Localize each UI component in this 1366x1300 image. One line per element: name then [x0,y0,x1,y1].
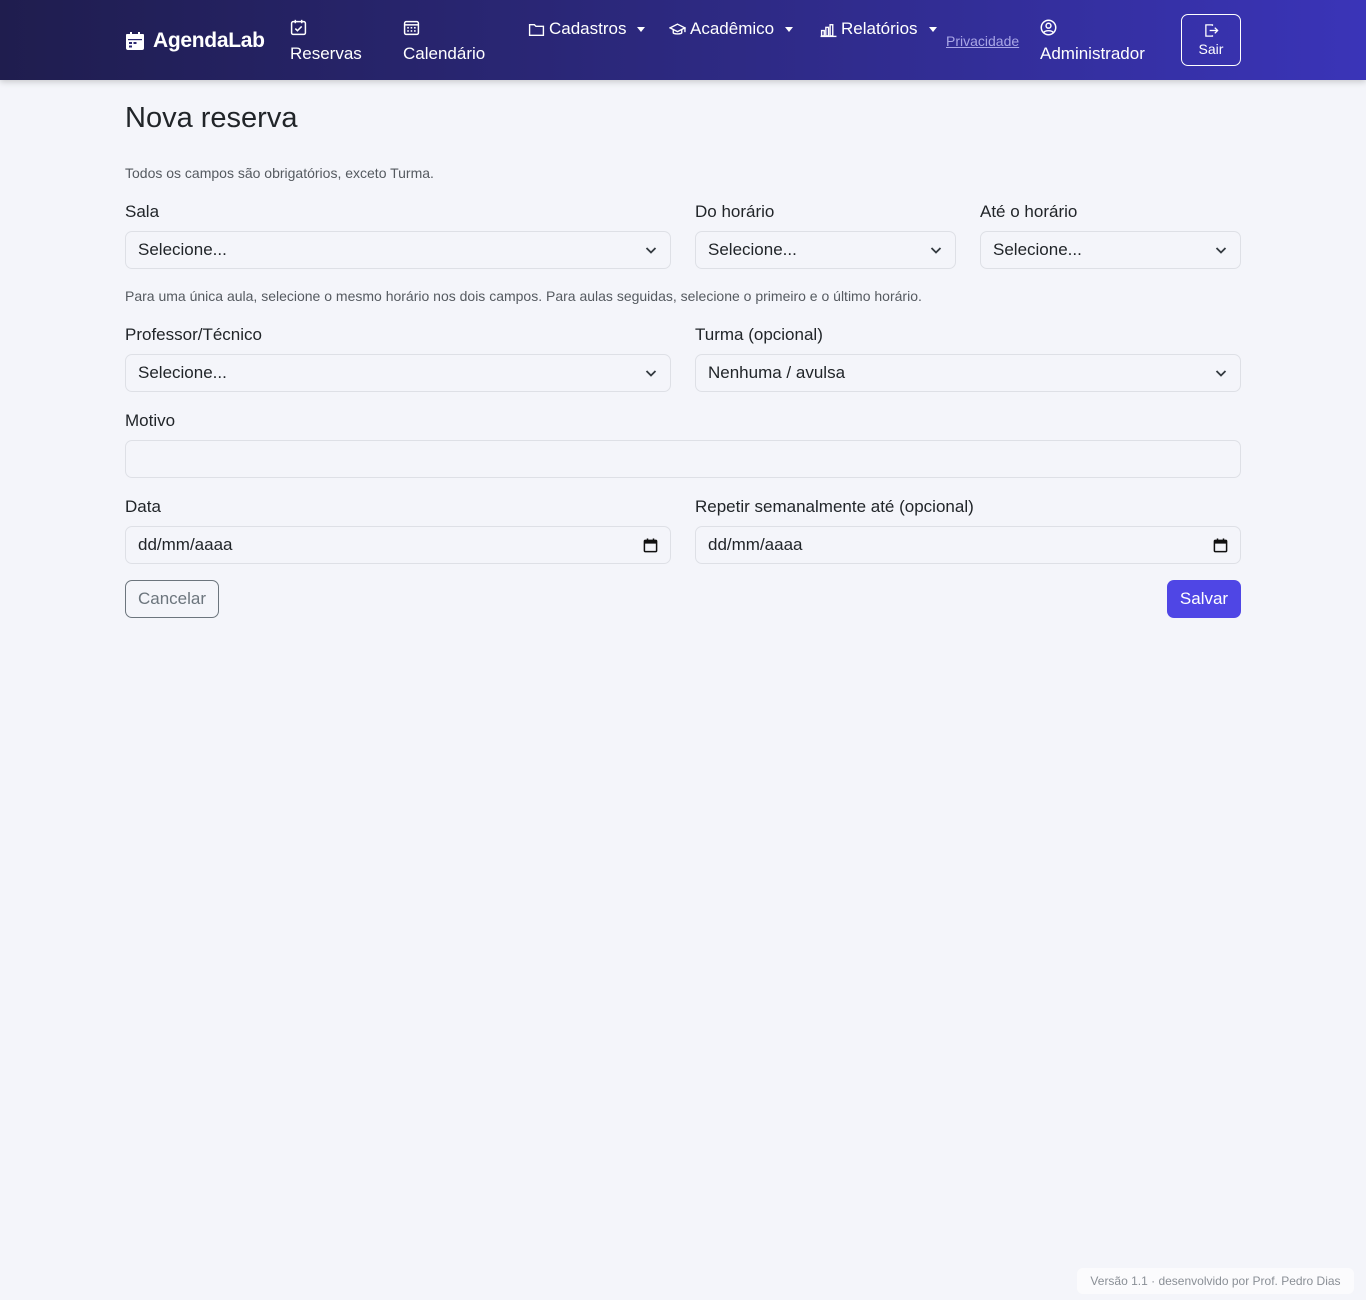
repetir-input[interactable]: dd/mm/aaaa [695,526,1241,564]
professor-select-value: Selecione... [138,363,227,382]
nav-reservas-label: Reservas [290,44,362,63]
motivo-label: Motivo [125,411,176,430]
calendar-icon[interactable] [1213,537,1228,553]
nav-calendario-label: Calendário [403,44,486,63]
navbar: AgendaLab Reservas Calendário Cadastros [0,0,1366,80]
data-input-placeholder: dd/mm/aaaa [138,535,233,554]
nav-privacidade-link[interactable]: Privacidade [946,33,1019,49]
nav-calendario[interactable]: Calendário [403,19,485,64]
cancel-button[interactable]: Cancelar [125,580,219,618]
bar-chart-icon [820,23,837,37]
repetir-label: Repetir semanalmente até (opcional) [695,497,974,516]
caret-down-icon [785,26,794,32]
sala-select-value: Selecione... [138,240,227,259]
nav-academico-dropdown[interactable]: Acadêmico [669,19,794,39]
save-button[interactable]: Salvar [1167,580,1241,618]
ate-horario-select-value: Selecione... [993,240,1082,259]
nav-user-label: Administrador [1040,44,1145,63]
sala-select[interactable]: Selecione... [125,231,671,269]
chevron-down-icon [645,370,657,377]
professor-label: Professor/Técnico [125,325,262,344]
nav-relatorios-dropdown[interactable]: Relatórios [820,19,937,39]
caret-down-icon [637,26,646,32]
page-title: Nova reserva [125,102,298,134]
repetir-input-placeholder: dd/mm/aaaa [708,535,803,554]
horario-hint: Para uma única aula, selecione o mesmo h… [125,288,922,304]
nav-relatorios-label: Relatórios [841,19,918,38]
turma-label: Turma (opcional) [695,325,823,344]
folder-icon [528,23,545,36]
user-circle-icon [1040,19,1057,36]
chevron-down-icon [1215,370,1227,377]
do-horario-select[interactable]: Selecione... [695,231,956,269]
chevron-down-icon [930,247,942,254]
chevron-down-icon [1215,247,1227,254]
graduation-cap-icon [669,22,686,35]
nav-reservas[interactable]: Reservas [290,19,362,64]
nav-cadastros-label: Cadastros [549,19,627,38]
nav-academico-label: Acadêmico [690,19,775,38]
calendar-icon [126,32,144,50]
turma-select-value: Nenhuma / avulsa [708,363,846,382]
brand-link[interactable]: AgendaLab [125,28,265,54]
logout-label: Sair [1198,41,1224,57]
turma-select[interactable]: Nenhuma / avulsa [695,354,1241,392]
caret-down-icon [928,26,937,32]
calendar-icon[interactable] [643,537,658,553]
do-horario-label: Do horário [695,202,775,221]
ate-horario-select[interactable]: Selecione... [980,231,1241,269]
chevron-down-icon [645,247,657,254]
logout-icon [1204,24,1219,37]
required-note: Todos os campos são obrigatórios, exceto… [125,165,434,181]
calendar-check-icon [290,19,307,36]
calendar-grid-icon [403,20,420,36]
professor-select[interactable]: Selecione... [125,354,671,392]
ate-horario-label: Até o horário [980,202,1078,221]
version-footer: Versão 1.1 · desenvolvido por Prof. Pedr… [1077,1268,1354,1294]
nav-cadastros-dropdown[interactable]: Cadastros [528,19,646,39]
logout-button[interactable]: Sair [1181,14,1241,66]
data-input[interactable]: dd/mm/aaaa [125,526,671,564]
data-label: Data [125,497,161,516]
motivo-input[interactable] [125,440,1241,478]
brand-name: AgendaLab [153,29,265,52]
do-horario-select-value: Selecione... [708,240,797,259]
nav-user[interactable]: Administrador [1040,19,1145,64]
sala-label: Sala [125,202,160,221]
